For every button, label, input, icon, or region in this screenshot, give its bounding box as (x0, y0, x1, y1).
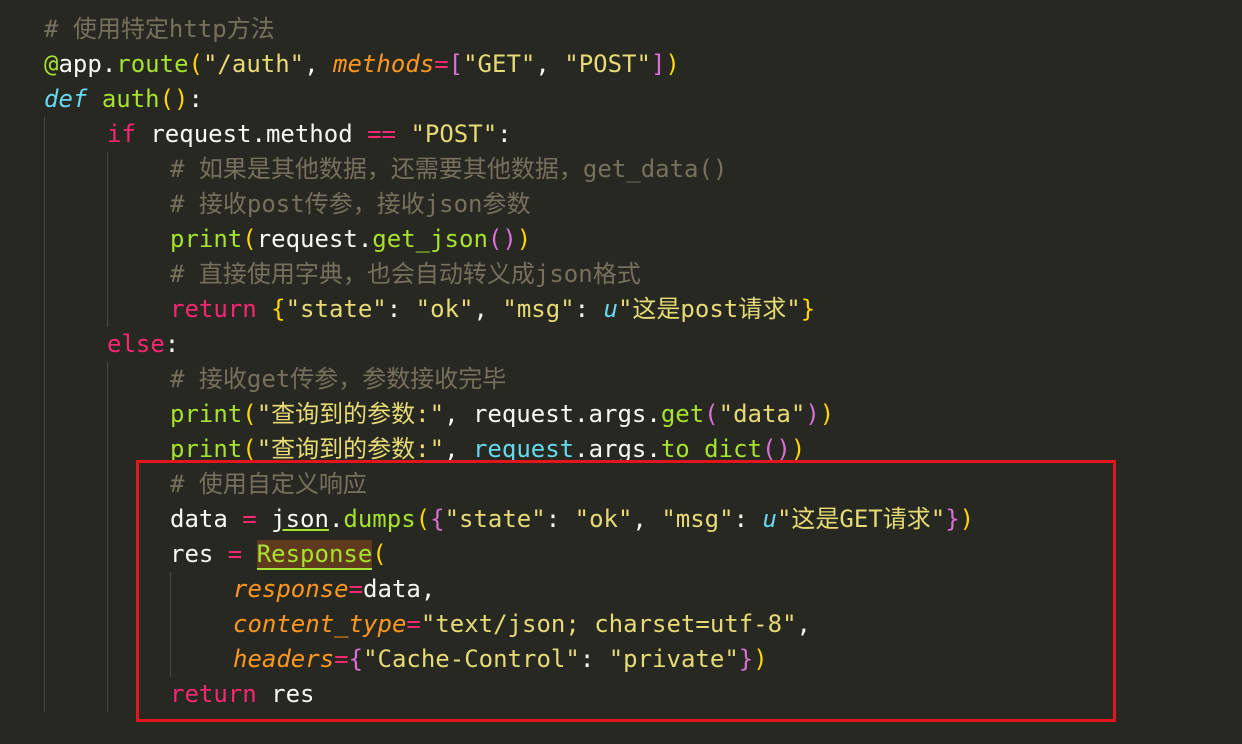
indent-guide (107, 152, 108, 327)
code-token: : (574, 295, 604, 323)
code-token: ) (805, 400, 820, 428)
code-token: ) (790, 435, 806, 463)
code-token: request. (256, 225, 373, 253)
code-token: . (101, 50, 117, 78)
code-token: : (497, 120, 512, 148)
code-token: "POST" (564, 50, 651, 78)
code-token: u (603, 295, 618, 323)
code-token: @ (44, 50, 59, 78)
code-token: : (188, 85, 203, 113)
code-token: , (535, 50, 565, 78)
code-token: : (164, 330, 180, 358)
code-token: () (487, 225, 517, 253)
code-token: # 使用特定http方法 (44, 15, 275, 43)
code-token: if (107, 120, 136, 148)
code-token: return (170, 295, 257, 323)
code-token: "data" (718, 400, 806, 428)
code-token: .args. (574, 435, 661, 463)
code-line[interactable]: print("查询到的参数:", request.args.get("data"… (170, 397, 834, 432)
indent-guide (107, 362, 108, 712)
code-token: "/auth" (202, 50, 305, 78)
code-token: route (116, 50, 189, 78)
code-line[interactable]: return {"state": "ok", "msg": u"这是post请求… (170, 292, 815, 327)
highlight-box (136, 460, 1116, 722)
code-token: } (800, 295, 816, 323)
code-token: get (660, 400, 705, 428)
code-token: ) (819, 400, 835, 428)
code-line[interactable]: def auth(): (44, 82, 203, 117)
code-token: "这是post请求" (617, 295, 801, 323)
code-token: else (107, 330, 165, 358)
code-token: # 如果是其他数据，还需要其他数据，get_data() (170, 155, 728, 183)
indent-guide (44, 117, 45, 712)
code-token: print (170, 435, 243, 463)
code-token: ( (242, 435, 257, 463)
code-line[interactable]: @app.route("/auth", methods=["GET", "POS… (44, 47, 680, 82)
code-token: "查询到的参数:" (256, 435, 445, 463)
code-token: request (472, 435, 575, 463)
code-line[interactable]: # 接收get传参，参数接收完毕 (170, 362, 506, 397)
code-token: methods (333, 50, 435, 78)
code-token: print (170, 225, 243, 253)
code-token: , (304, 50, 334, 78)
code-token: : (386, 295, 416, 323)
code-token: ] (650, 50, 666, 78)
code-token: "GET" (463, 50, 536, 78)
code-line[interactable]: if request.method == "POST": (107, 117, 512, 152)
code-token: ) (516, 225, 532, 253)
code-token: def (44, 85, 88, 113)
code-token: "查询到的参数:" (256, 400, 445, 428)
code-token: , (473, 295, 503, 323)
code-token: get_json (372, 225, 488, 253)
code-line[interactable]: else: (107, 327, 179, 362)
code-token: "state" (285, 295, 387, 323)
code-token: () (761, 435, 791, 463)
code-line[interactable]: # 直接使用字典，也会自动转义成json格式 (170, 257, 641, 292)
code-token: # 接收get传参，参数接收完毕 (170, 365, 507, 393)
code-line[interactable]: # 如果是其他数据，还需要其他数据，get_data() (170, 152, 727, 187)
code-token: == (367, 120, 396, 148)
code-token: # 直接使用字典，也会自动转义成json格式 (170, 260, 641, 288)
code-line[interactable]: # 使用特定http方法 (44, 12, 275, 47)
code-token: auth (101, 85, 160, 113)
code-token: app (58, 50, 102, 78)
code-token: () (159, 85, 189, 113)
code-token: { (271, 295, 286, 323)
code-token: = (434, 50, 449, 78)
code-token: ) (665, 50, 680, 78)
code-token: , request.args. (444, 400, 661, 428)
code-token: , (444, 435, 473, 463)
code-token: "msg" (502, 295, 575, 323)
code-editor[interactable]: # 使用特定http方法 @app.route("/auth", methods=… (0, 0, 1242, 744)
code-token: # 接收post传参，接收json参数 (170, 190, 531, 218)
code-token: to_dict (660, 435, 762, 463)
code-line[interactable]: # 接收post传参，接收json参数 (170, 187, 531, 222)
code-token: [ (448, 50, 464, 78)
code-token: request.method (135, 120, 368, 148)
code-token: ( (704, 400, 719, 428)
code-token: ( (188, 50, 203, 78)
code-token: ( (242, 400, 257, 428)
code-token: "ok" (415, 295, 474, 323)
code-line[interactable]: print(request.get_json()) (170, 222, 531, 257)
code-token: print (170, 400, 243, 428)
code-token: "POST" (410, 120, 498, 148)
code-token: ( (242, 225, 257, 253)
